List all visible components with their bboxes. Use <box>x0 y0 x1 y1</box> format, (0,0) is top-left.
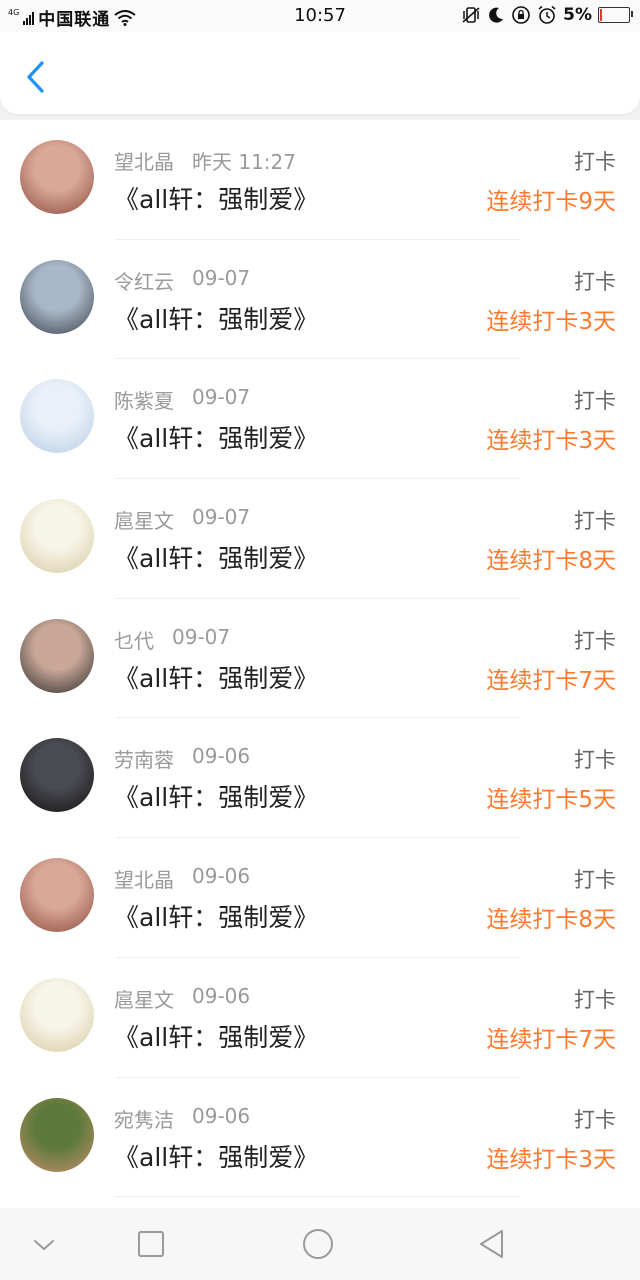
list-item[interactable]: 陈紫夏 09-07 《all轩：强制爱》 打卡 连续打卡3天 <box>0 359 640 480</box>
checkin-label: 打卡 <box>574 150 616 174</box>
checkin-label: 打卡 <box>574 389 616 414</box>
nav-down-icon[interactable] <box>28 1228 60 1260</box>
nav-back-triangle-icon[interactable] <box>476 1228 508 1260</box>
post-time: 09-07 <box>192 385 251 410</box>
list-item[interactable]: 望北晶 昨天 11:27 《all轩：强制爱》 打卡 连续打卡9天 <box>0 120 640 240</box>
post-time: 09-06 <box>192 744 251 769</box>
user-name[interactable]: 宛隽洁 <box>114 1104 174 1133</box>
rotation-lock-icon <box>512 6 530 24</box>
list-item[interactable]: 望北晶 09-06 《all轩：强制爱》 打卡 连续打卡8天 <box>0 838 640 958</box>
checkin-label: 打卡 <box>574 628 616 653</box>
page-header <box>0 32 640 114</box>
system-nav-bar <box>0 1208 640 1280</box>
list-item[interactable]: 乜代 09-07 《all轩：强制爱》 打卡 连续打卡7天 <box>0 599 640 719</box>
book-title[interactable]: 《all轩：强制爱》 <box>114 539 318 575</box>
streak-label: 连续打卡3天 <box>486 428 616 455</box>
alarm-icon <box>538 5 556 24</box>
checkin-label: 打卡 <box>574 509 616 534</box>
post-time: 09-06 <box>192 983 251 1008</box>
avatar[interactable] <box>20 379 94 454</box>
streak-label: 连续打卡7天 <box>486 667 616 694</box>
book-title[interactable]: 《all轩：强制爱》 <box>114 180 318 216</box>
book-title[interactable]: 《all轩：强制爱》 <box>114 778 318 814</box>
streak-label: 连续打卡3天 <box>486 1146 616 1173</box>
avatar[interactable] <box>20 1097 94 1172</box>
checkin-label: 打卡 <box>574 1107 616 1132</box>
user-name[interactable]: 令红云 <box>114 266 174 295</box>
battery-percent: 5% <box>563 5 592 25</box>
avatar[interactable] <box>20 259 94 334</box>
streak-label: 连续打卡8天 <box>486 548 616 575</box>
book-title[interactable]: 《all轩：强制爱》 <box>114 1018 318 1054</box>
user-name[interactable]: 劳南蓉 <box>114 744 174 773</box>
avatar[interactable] <box>20 738 94 813</box>
checkin-label: 打卡 <box>574 748 616 773</box>
book-title[interactable]: 《all轩：强制爱》 <box>114 898 318 934</box>
battery-icon <box>598 7 633 23</box>
streak-label: 连续打卡7天 <box>486 1026 616 1053</box>
user-name[interactable]: 扈星文 <box>114 505 174 534</box>
avatar[interactable] <box>20 977 94 1052</box>
vibrate-icon <box>462 7 480 23</box>
list-item[interactable]: 令红云 09-07 《all轩：强制爱》 打卡 连续打卡3天 <box>0 240 640 360</box>
streak-label: 连续打卡5天 <box>486 787 616 814</box>
user-name[interactable]: 陈紫夏 <box>114 385 174 414</box>
nav-square-icon[interactable] <box>135 1228 167 1260</box>
post-time: 09-06 <box>192 1103 251 1128</box>
list-item[interactable]: 扈星文 09-06 《all轩：强制爱》 打卡 连续打卡7天 <box>0 958 640 1078</box>
checkin-list: 望北晶 昨天 11:27 《all轩：强制爱》 打卡 连续打卡9天 令红云 09… <box>0 120 640 1208</box>
post-time: 昨天 11:27 <box>192 150 296 174</box>
book-title[interactable]: 《all轩：强制爱》 <box>114 419 318 455</box>
avatar[interactable] <box>20 858 94 933</box>
book-title[interactable]: 《all轩：强制爱》 <box>114 300 318 336</box>
item-meta: 陈紫夏 09-07 <box>114 385 250 414</box>
nav-circle-icon[interactable] <box>302 1228 334 1260</box>
item-meta: 望北晶 昨天 11:27 <box>114 146 296 175</box>
post-time: 09-06 <box>192 864 251 889</box>
item-meta: 望北晶 09-06 <box>114 864 250 893</box>
item-meta: 扈星文 09-07 <box>114 505 250 534</box>
user-name[interactable]: 望北晶 <box>114 146 174 175</box>
item-meta: 宛隽洁 09-06 <box>114 1104 250 1133</box>
checkin-label: 打卡 <box>574 987 616 1012</box>
divider <box>115 1196 520 1198</box>
streak-label: 连续打卡9天 <box>486 189 616 215</box>
checkin-label: 打卡 <box>574 269 616 294</box>
user-name[interactable]: 乜代 <box>114 625 154 654</box>
status-right: 5% <box>461 5 633 25</box>
item-meta: 乜代 09-07 <box>114 625 230 654</box>
streak-label: 连续打卡8天 <box>486 907 616 934</box>
checkin-label: 打卡 <box>574 868 616 893</box>
streak-label: 连续打卡3天 <box>486 308 616 335</box>
post-time: 09-07 <box>192 265 251 290</box>
list-item[interactable]: 扈星文 09-07 《all轩：强制爱》 打卡 连续打卡8天 <box>0 479 640 599</box>
book-title[interactable]: 《all轩：强制爱》 <box>114 659 318 695</box>
item-meta: 扈星文 09-06 <box>114 984 250 1013</box>
post-time: 09-07 <box>192 505 251 530</box>
status-bar: 4G 中国联通 10:57 5% <box>0 0 640 32</box>
chevron-left-icon[interactable] <box>22 60 52 94</box>
moon-icon <box>489 7 504 23</box>
list-item[interactable]: 劳南蓉 09-06 《all轩：强制爱》 打卡 连续打卡5天 <box>0 718 640 839</box>
battery-level <box>600 9 602 21</box>
avatar[interactable] <box>20 499 94 574</box>
user-name[interactable]: 望北晶 <box>114 864 174 893</box>
list-item[interactable]: 宛隽洁 09-06 《all轩：强制爱》 打卡 连续打卡3天 <box>0 1078 640 1198</box>
avatar[interactable] <box>20 140 94 214</box>
user-name[interactable]: 扈星文 <box>114 984 174 1013</box>
item-meta: 劳南蓉 09-06 <box>114 744 250 773</box>
book-title[interactable]: 《all轩：强制爱》 <box>114 1138 318 1174</box>
item-meta: 令红云 09-07 <box>114 266 250 295</box>
post-time: 09-07 <box>172 624 231 649</box>
avatar[interactable] <box>20 618 94 693</box>
